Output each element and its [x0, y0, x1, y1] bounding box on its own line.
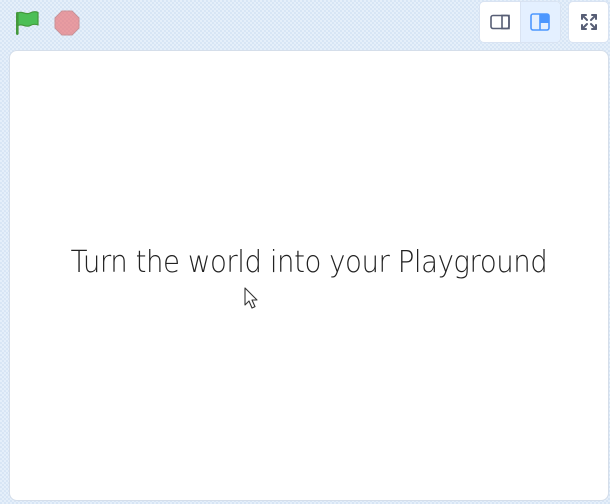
- normal-stage-button[interactable]: [520, 2, 560, 42]
- green-flag-icon: [16, 11, 39, 35]
- stage-text: Turn the world into your Playground: [70, 245, 548, 280]
- normal-stage-layout-icon: [530, 13, 551, 31]
- stage-canvas[interactable]: Turn the world into your Playground: [9, 50, 609, 501]
- small-stage-layout-icon: [489, 14, 510, 30]
- stage-header: [0, 0, 610, 50]
- fullscreen-button[interactable]: [568, 1, 609, 43]
- stage-size-toggle: [479, 1, 561, 43]
- fullscreen-icon: [580, 14, 597, 30]
- stop-sign-icon: [54, 10, 80, 36]
- green-flag-button[interactable]: [12, 9, 42, 37]
- stop-button[interactable]: [54, 10, 80, 36]
- mouse-pointer-icon: [244, 287, 258, 309]
- small-stage-button[interactable]: [480, 2, 521, 42]
